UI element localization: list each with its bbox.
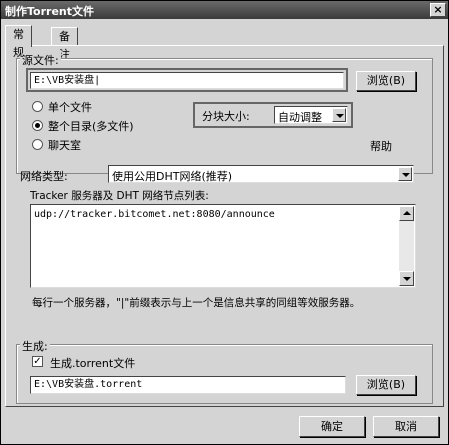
ok-button[interactable]: 确定 [299,416,365,437]
radio-single-file[interactable] [32,101,43,112]
generate-torrent-checkbox[interactable]: ✓ [32,356,43,367]
generate-group [16,344,433,404]
cancel-button[interactable]: 取消 [373,416,439,437]
close-icon[interactable]: × [430,3,446,17]
tracker-hint: 每行一个服务器，"|"前缀表示与上一个是信息共享的同组等效服务器。 [32,297,361,309]
piece-size-value: 自动调整 [278,111,322,124]
piece-size-select[interactable]: 自动调整 [274,106,348,124]
tab-general[interactable]: 常规 [5,25,32,59]
tracker-list-textarea[interactable]: udp://tracker.bitcomet.net:8080/announce [30,204,416,288]
tab-notes[interactable]: 备注 [51,27,78,61]
radio-chat-label: 聊天室 [48,139,81,152]
radio-directory[interactable] [32,120,43,131]
generate-group-label: 生成: [20,338,50,354]
piece-size-label: 分块大小: [202,110,250,123]
network-type-label: 网络类型: [20,170,68,183]
make-torrent-dialog: 制作Torrent文件 × 常规 备注 源文件: E:\VB安装盘| 浏览(B)… [0,0,449,445]
radio-chat[interactable] [32,139,43,150]
scroll-up-icon[interactable] [399,206,414,221]
tracker-list-text: udp://tracker.bitcomet.net:8080/announce [34,209,275,220]
tracker-list-label: Tracker 服务器及 DHT 网络节点列表: [30,190,209,202]
chevron-down-icon[interactable] [398,167,412,181]
radio-directory-label: 整个目录(多文件) [48,120,134,133]
help-link[interactable]: 帮助 [370,138,392,154]
scroll-down-icon[interactable] [399,271,414,286]
network-type-select[interactable]: 使用公用DHT网络(推荐) [108,165,414,183]
network-type-value: 使用公用DHT网络(推荐) [112,170,233,183]
output-path-input[interactable]: E:\VB安装盘.torrent [30,376,346,394]
generate-torrent-label: 生成.torrent文件 [50,357,136,370]
radio-single-label: 单个文件 [48,101,92,114]
output-browse-button[interactable]: 浏览(B) [356,375,416,395]
tracker-scrollbar[interactable] [399,206,414,286]
title-bar[interactable]: 制作Torrent文件 × [1,1,448,19]
source-path-input[interactable]: E:\VB安装盘| [30,72,344,89]
source-browse-button[interactable]: 浏览(B) [356,71,416,91]
chevron-down-icon[interactable] [332,108,346,122]
source-group-label: 源文件: [20,52,61,68]
window-title: 制作Torrent文件 [5,5,94,18]
tab-panel-general: 源文件: E:\VB安装盘| 浏览(B) 单个文件 整个目录(多文件) 聊天室 … [5,45,444,407]
